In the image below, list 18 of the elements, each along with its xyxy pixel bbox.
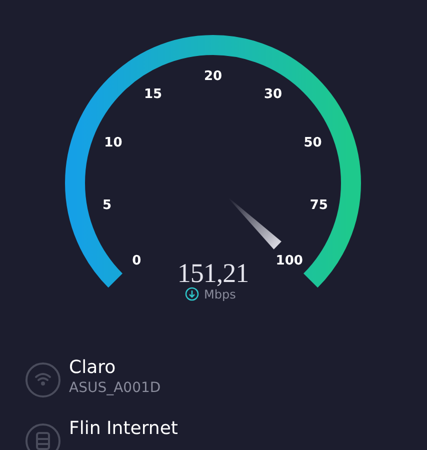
gauge-tick-label: 10 xyxy=(104,136,122,151)
network-name: Flin Internet xyxy=(69,418,178,440)
download-icon xyxy=(185,287,199,301)
gauge-tick-label: 100 xyxy=(276,253,303,268)
speed-unit: Mbps xyxy=(204,288,236,302)
wifi-icon xyxy=(25,362,61,398)
gauge-tick-label: 5 xyxy=(102,198,112,214)
network-name: Claro xyxy=(69,357,117,379)
gauge-tick-label: 0 xyxy=(132,253,142,268)
gauge-needle xyxy=(228,198,282,250)
network-detail: ASUS_A001D xyxy=(69,379,161,397)
speed-reading: 151,21 xyxy=(177,258,249,288)
gauge-tick-label: 20 xyxy=(204,69,222,84)
gauge-tick-label: 15 xyxy=(144,87,162,102)
gauge-tick-label: 75 xyxy=(310,198,328,214)
gauge-tick-label: 30 xyxy=(264,87,282,102)
gauge-tick-label: 50 xyxy=(304,136,322,151)
server-icon xyxy=(25,423,61,450)
